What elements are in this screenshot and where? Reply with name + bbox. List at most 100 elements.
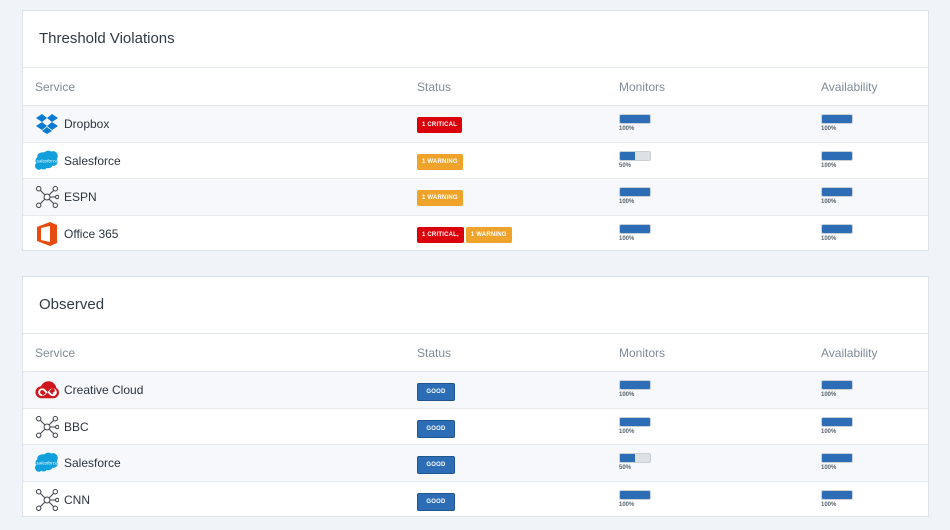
monitors-percent: 100% [619,428,635,435]
status-badge-good[interactable]: GOOD [417,383,455,401]
availability-bar-fill [822,188,852,196]
monitors-meter: 100% [619,380,651,398]
status-cell: 1 WARNING [417,190,463,206]
status-badge-good[interactable]: GOOD [417,492,455,511]
service-cell: ESPN [35,185,97,209]
network-node-icon [35,415,59,439]
monitors-bar-fill [620,188,650,196]
availability-meter: 100% [821,223,853,242]
monitors-meter: 100% [619,416,651,435]
table-row[interactable]: salesforce Salesforce GOOD 50% 100% [23,445,928,482]
salesforce-logo-icon: salesforce [35,149,59,173]
status-badge-good[interactable]: GOOD [417,419,455,438]
monitors-meter: 100% [619,489,651,508]
availability-percent: 100% [821,465,837,471]
status-cell: 1 CRITICAL [417,117,462,133]
availability-bar-track [821,150,853,161]
availability-percent: 100% [821,501,837,508]
status-badge-warning[interactable]: 1 WARNING [465,226,512,243]
table-body: Creative Cloud GOOD 100% 100% BBC GOOD 100% 100… [23,372,928,518]
status-badge-warning[interactable]: 1 WARNING [417,190,463,206]
service-name[interactable]: Dropbox [64,117,109,131]
status-badge-warning[interactable]: 1 WARNING [417,153,463,170]
availability-meter: 100% [821,380,853,398]
availability-bar-fill [822,454,852,462]
monitors-bar-track [619,380,651,390]
availability-bar-fill [822,224,852,233]
monitors-meter: 100% [619,114,651,132]
monitors-bar-fill [620,151,635,160]
network-node-icon [35,185,59,209]
service-cell: BBC [35,415,89,439]
table-row[interactable]: BBC GOOD 100% 100% [23,409,928,445]
table-row[interactable]: Office 365 1 CRITICAL, 1 WARNING 100% 100% [23,216,928,253]
status-cell: 1 WARNING [417,153,463,170]
availability-bar-fill [822,115,852,123]
availability-bar-track [821,223,853,234]
monitors-bar-fill [620,417,650,426]
monitors-percent: 100% [619,392,635,398]
table-row[interactable]: Dropbox 1 CRITICAL 100% 100% [23,106,928,143]
monitors-bar-fill [620,381,650,389]
availability-meter: 100% [821,187,853,205]
monitors-percent: 100% [619,199,635,205]
availability-bar-fill [822,417,852,426]
creative-cloud-logo-icon [35,378,59,402]
monitors-percent: 100% [619,501,635,508]
header-monitors[interactable]: Monitors [619,346,665,360]
availability-percent: 100% [821,235,837,242]
status-badge-critical[interactable]: 1 CRITICAL, [417,226,464,243]
availability-bar-fill [822,381,852,389]
availability-meter: 100% [821,114,853,132]
monitors-bar-track [619,150,651,161]
monitors-meter: 100% [619,223,651,242]
status-cell: GOOD [417,456,455,474]
dropbox-logo-icon [35,112,59,136]
header-status[interactable]: Status [417,346,451,360]
monitors-meter: 50% [619,150,651,169]
table-row[interactable]: ESPN 1 WARNING 100% 100% [23,179,928,216]
service-name[interactable]: ESPN [64,190,97,204]
service-name[interactable]: Salesforce [64,154,121,168]
header-monitors[interactable]: Monitors [619,80,665,94]
panel-title: Observed [23,277,928,334]
service-name[interactable]: Salesforce [64,456,121,470]
service-name[interactable]: BBC [64,420,89,434]
header-status[interactable]: Status [417,80,451,94]
table-row[interactable]: CNN GOOD 100% 100% [23,482,928,519]
service-name[interactable]: Office 365 [64,227,118,241]
availability-percent: 100% [821,392,837,398]
table-row[interactable]: salesforce Salesforce 1 WARNING 50% 100% [23,143,928,179]
svg-text:salesforce: salesforce [36,158,58,163]
availability-percent: 100% [821,126,837,132]
status-badge-critical[interactable]: 1 CRITICAL [417,117,462,133]
panel-title: Threshold Violations [23,11,928,68]
monitors-bar-fill [620,224,650,233]
service-name[interactable]: Creative Cloud [64,383,143,397]
table-header: Service Status Monitors Availability [23,68,928,106]
availability-bar-fill [822,151,852,160]
monitors-bar-track [619,489,651,500]
status-badge-good[interactable]: GOOD [417,456,455,474]
availability-bar-track [821,489,853,500]
service-name[interactable]: CNN [64,493,90,507]
availability-meter: 100% [821,416,853,435]
header-availability[interactable]: Availability [821,80,877,94]
monitors-bar-track [619,114,651,124]
header-availability[interactable]: Availability [821,346,877,360]
service-cell: Creative Cloud [35,378,143,402]
monitors-bar-fill [620,115,650,123]
monitors-percent: 50% [619,162,632,169]
threshold-violations-panel: Threshold Violations Service Status Moni… [22,10,929,251]
availability-bar-track [821,453,853,463]
availability-bar-track [821,187,853,197]
monitors-percent: 50% [619,465,632,471]
monitors-bar-track [619,453,651,463]
status-cell: GOOD [417,383,455,401]
header-service[interactable]: Service [35,80,75,94]
table-row[interactable]: Creative Cloud GOOD 100% 100% [23,372,928,409]
monitors-bar-fill [620,490,650,499]
service-cell: CNN [35,488,90,512]
header-service[interactable]: Service [35,346,75,360]
monitors-bar-fill [620,454,635,462]
